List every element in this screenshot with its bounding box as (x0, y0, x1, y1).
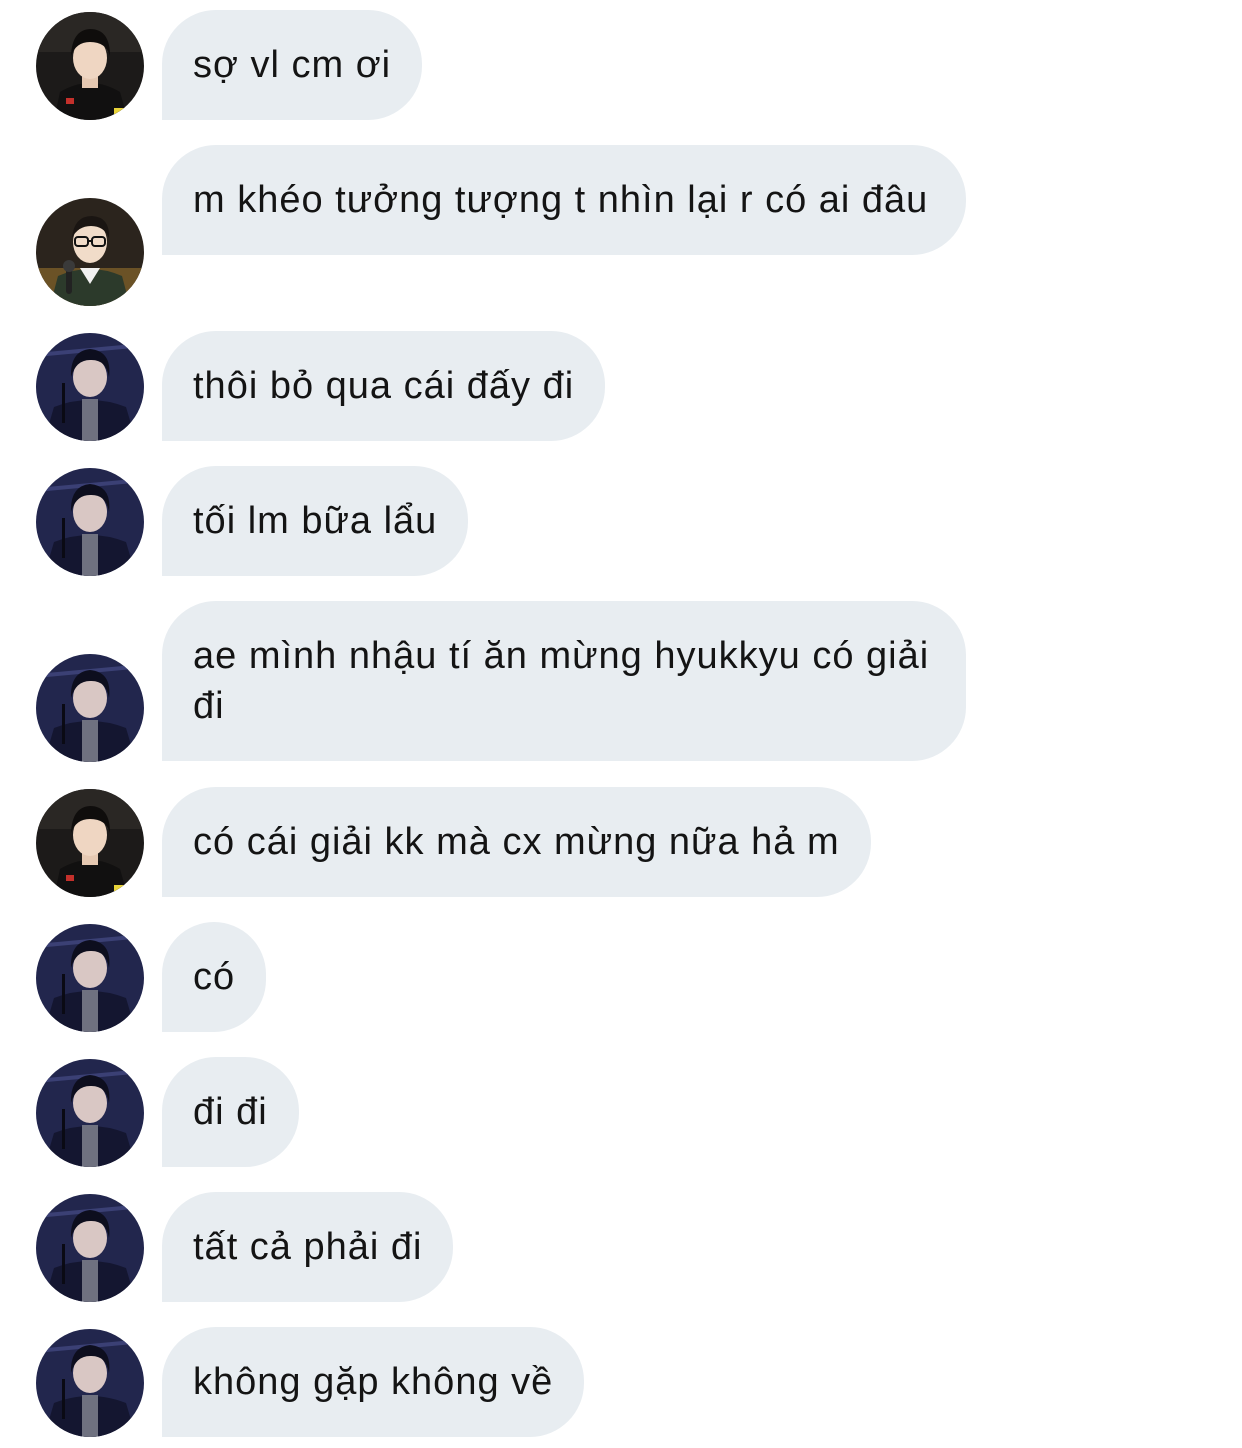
avatar-person-dark-jacket-icon[interactable] (36, 12, 144, 120)
message-row: tất cả phải đi (0, 1192, 1242, 1302)
avatar-person-glasses-microphone-icon[interactable] (36, 198, 144, 306)
avatar-person-scarf-stage-icon[interactable] (36, 333, 144, 441)
message-bubble[interactable]: sợ vl cm ơi (162, 10, 423, 120)
message-text: có cái giải kk mà cx mừng nữa hả m (193, 821, 840, 863)
message-bubble[interactable]: thôi bỏ qua cái đấy đi (162, 331, 606, 441)
message-bubble[interactable]: m khéo tưởng tượng t nhìn lại r có ai đâ… (162, 145, 966, 255)
message-bubble[interactable]: đi đi (162, 1057, 299, 1167)
message-bubble[interactable]: có (162, 922, 267, 1032)
message-row: tối lm bữa lẩu (0, 466, 1242, 576)
message-text: thôi bỏ qua cái đấy đi (193, 365, 575, 407)
message-text: tối lm bữa lẩu (193, 500, 438, 542)
message-row: đi đi (0, 1057, 1242, 1167)
avatar-person-scarf-stage-icon[interactable] (36, 1059, 144, 1167)
message-text: sợ vl cm ơi (193, 44, 392, 86)
message-text: m khéo tưởng tượng t nhìn lại r có ai đâ… (193, 179, 929, 221)
message-bubble[interactable]: có cái giải kk mà cx mừng nữa hả m (162, 787, 871, 897)
avatar-person-dark-jacket-icon[interactable] (36, 789, 144, 897)
message-text: đi đi (193, 1091, 268, 1133)
message-row: m khéo tưởng tượng t nhìn lại r có ai đâ… (0, 145, 1242, 306)
avatar-person-scarf-stage-icon[interactable] (36, 924, 144, 1032)
message-text: có (193, 956, 236, 998)
message-row: ae mình nhậu tí ăn mừng hyukkyu có giải … (0, 601, 1242, 762)
message-text: tất cả phải đi (193, 1226, 423, 1268)
avatar-person-scarf-stage-icon[interactable] (36, 1329, 144, 1437)
message-bubble[interactable]: không gặp không về (162, 1327, 585, 1437)
message-row: thôi bỏ qua cái đấy đi (0, 331, 1242, 441)
message-row: sợ vl cm ơi (0, 10, 1242, 120)
message-row: không gặp không về (0, 1327, 1242, 1437)
avatar-person-scarf-stage-icon[interactable] (36, 1194, 144, 1302)
message-row: có cái giải kk mà cx mừng nữa hả m (0, 787, 1242, 897)
message-row: có (0, 922, 1242, 1032)
message-bubble[interactable]: tất cả phải đi (162, 1192, 454, 1302)
message-bubble[interactable]: tối lm bữa lẩu (162, 466, 469, 576)
message-text: ae mình nhậu tí ăn mừng hyukkyu có giải … (193, 635, 930, 727)
avatar-person-scarf-stage-icon[interactable] (36, 468, 144, 576)
message-text: không gặp không về (193, 1361, 554, 1403)
avatar-person-scarf-stage-icon[interactable] (36, 654, 144, 762)
message-bubble[interactable]: ae mình nhậu tí ăn mừng hyukkyu có giải … (162, 601, 966, 761)
chat-thread: sợ vl cm ơi m khéo tưởng tượng t nhìn lạ… (0, 0, 1242, 1448)
